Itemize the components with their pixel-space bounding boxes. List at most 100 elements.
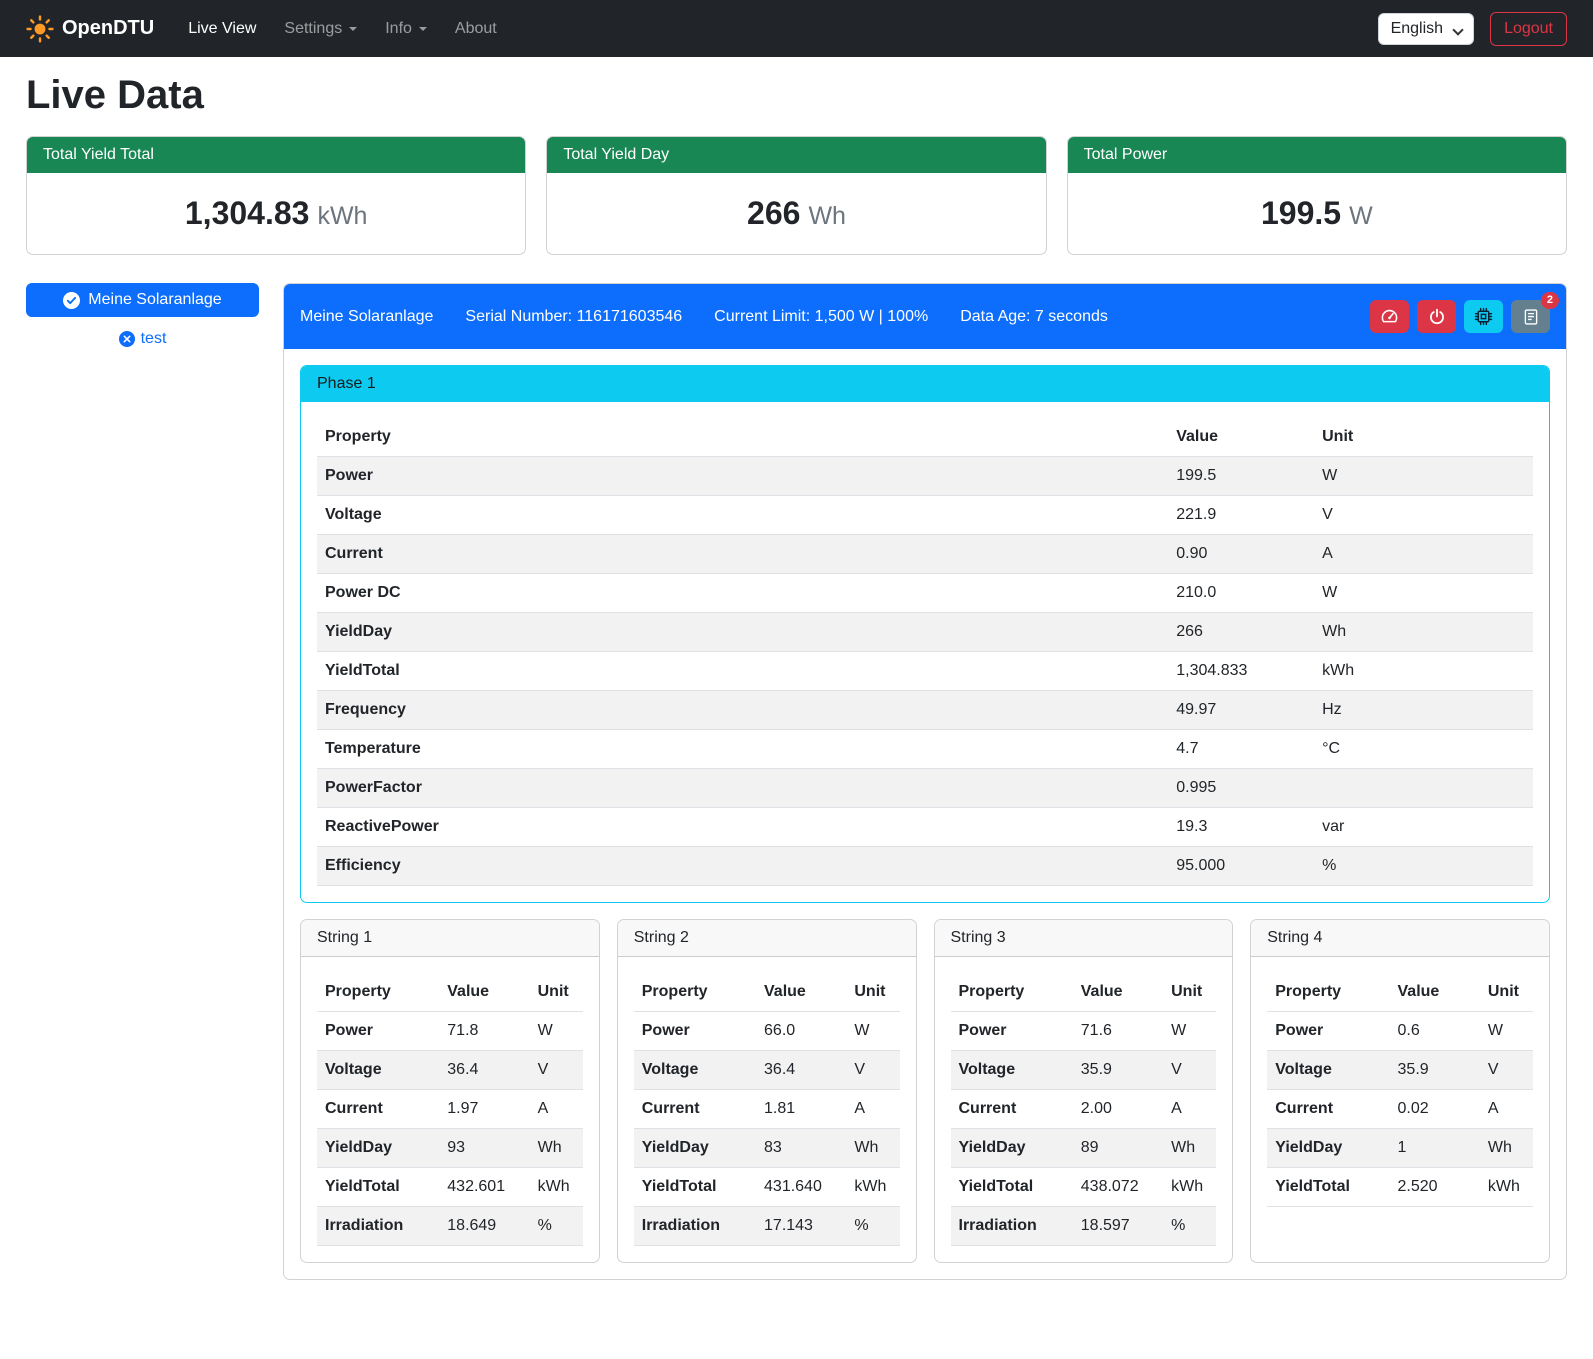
cell-property: Voltage: [317, 496, 1168, 535]
cell-property: Power: [317, 1012, 439, 1051]
cell-value: 36.4: [439, 1051, 529, 1090]
cell-value: 0.6: [1390, 1012, 1480, 1051]
table-header-row: Property Value Unit: [951, 973, 1217, 1012]
cell-unit: kWh: [530, 1168, 583, 1207]
phase-title: Phase 1: [301, 366, 1549, 402]
cell-value: 1.97: [439, 1090, 529, 1129]
event-log-button[interactable]: 2: [1511, 300, 1550, 333]
cell-value: 266: [1168, 613, 1314, 652]
cell-property: Voltage: [317, 1051, 439, 1090]
table-row: YieldTotal 1,304.833 kWh: [317, 652, 1533, 691]
cpu-icon: [1474, 307, 1493, 326]
card-title: Total Yield Total: [27, 137, 525, 173]
cell-unit: Hz: [1314, 691, 1533, 730]
col-value: Value: [439, 973, 529, 1012]
serial-number: Serial Number: 116171603546: [465, 308, 682, 326]
navbar: OpenDTU Live View Settings Info About En…: [0, 0, 1593, 57]
cell-unit: V: [530, 1051, 583, 1090]
string-table: Property Value Unit Power 71.6: [951, 973, 1217, 1246]
language-select[interactable]: English: [1378, 13, 1474, 45]
cell-value: 431.640: [756, 1168, 846, 1207]
inverter-name: Meine Solaranlage: [88, 291, 221, 309]
table-row: YieldDay 1 Wh: [1267, 1129, 1533, 1168]
sidebar-item-test[interactable]: test: [26, 330, 259, 348]
card-title: Total Yield Day: [547, 137, 1045, 173]
sidebar-item-meine-solaranlage[interactable]: Meine Solaranlage: [26, 283, 259, 317]
cell-unit: W: [846, 1012, 899, 1051]
cell-value: 71.8: [439, 1012, 529, 1051]
nav-links: Live View Settings Info About: [176, 12, 509, 46]
cell-property: YieldDay: [951, 1129, 1073, 1168]
cell-unit: %: [846, 1207, 899, 1246]
brand-label: OpenDTU: [62, 17, 154, 40]
chevron-down-icon: [349, 27, 357, 31]
cell-unit: Wh: [1480, 1129, 1533, 1168]
cell-value: 17.143: [756, 1207, 846, 1246]
cell-unit: V: [1163, 1051, 1216, 1090]
table-header-row: Property Value Unit: [634, 973, 900, 1012]
cell-unit: V: [846, 1051, 899, 1090]
cell-unit: W: [1314, 457, 1533, 496]
string-title: String 4: [1251, 920, 1549, 957]
cell-unit: W: [530, 1012, 583, 1051]
table-row: YieldDay 266 Wh: [317, 613, 1533, 652]
brand[interactable]: OpenDTU: [26, 15, 154, 43]
logout-button[interactable]: Logout: [1490, 12, 1567, 46]
cell-unit: A: [1314, 535, 1533, 574]
string-card-2: String 2 Property Value Unit: [617, 919, 917, 1263]
table-row: YieldDay 83 Wh: [634, 1129, 900, 1168]
col-unit: Unit: [530, 973, 583, 1012]
inverter-panel-header: Meine Solaranlage Serial Number: 1161716…: [284, 284, 1566, 349]
inverter-panel-body: Phase 1 Property Value Unit: [284, 349, 1566, 1279]
phase-card: Phase 1 Property Value Unit: [300, 365, 1550, 903]
cell-property: Voltage: [951, 1051, 1073, 1090]
col-unit: Unit: [846, 973, 899, 1012]
nav-item-info[interactable]: Info: [373, 12, 439, 46]
limit-settings-button[interactable]: [1370, 300, 1409, 333]
nav-item-about[interactable]: About: [443, 12, 509, 46]
cell-property: Power: [634, 1012, 756, 1051]
string-table: Property Value Unit Power 66.0: [634, 973, 900, 1246]
nav-right: English Logout: [1378, 12, 1567, 46]
cell-unit: A: [1480, 1090, 1533, 1129]
nav-item-settings[interactable]: Settings: [272, 12, 369, 46]
cell-unit: %: [530, 1207, 583, 1246]
card-value: 1,304.83: [185, 195, 310, 231]
cell-unit: kWh: [846, 1168, 899, 1207]
inverter-sidebar: Meine Solaranlage test: [26, 283, 259, 348]
table-row: Irradiation 18.597 %: [951, 1207, 1217, 1246]
table-row: Voltage 221.9 V: [317, 496, 1533, 535]
cell-value: 1: [1390, 1129, 1480, 1168]
cell-value: 438.072: [1073, 1168, 1163, 1207]
cell-unit: [1314, 769, 1533, 808]
table-row: PowerFactor 0.995: [317, 769, 1533, 808]
cell-unit: Wh: [846, 1129, 899, 1168]
cell-value: 93: [439, 1129, 529, 1168]
cell-property: Current: [634, 1090, 756, 1129]
col-property: Property: [634, 973, 756, 1012]
inverter-panel: Meine Solaranlage Serial Number: 1161716…: [283, 283, 1567, 1280]
cell-property: Current: [951, 1090, 1073, 1129]
cell-unit: V: [1480, 1051, 1533, 1090]
nav-item-live-view[interactable]: Live View: [176, 12, 268, 46]
cell-unit: °C: [1314, 730, 1533, 769]
cell-property: YieldTotal: [317, 1168, 439, 1207]
power-button[interactable]: [1417, 300, 1456, 333]
col-unit: Unit: [1480, 973, 1533, 1012]
cell-property: Temperature: [317, 730, 1168, 769]
cell-unit: kWh: [1480, 1168, 1533, 1207]
table-row: Current 2.00 A: [951, 1090, 1217, 1129]
cell-value: 2.520: [1390, 1168, 1480, 1207]
card-value: 266: [747, 195, 800, 231]
cell-value: 83: [756, 1129, 846, 1168]
table-row: ReactivePower 19.3 var: [317, 808, 1533, 847]
cell-value: 199.5: [1168, 457, 1314, 496]
device-info-button[interactable]: [1464, 300, 1503, 333]
card-total-yield-day: Total Yield Day 266Wh: [546, 136, 1046, 255]
string-table-body: Power 71.8 W Voltage 36.4 V: [317, 1012, 583, 1246]
cell-value: 432.601: [439, 1168, 529, 1207]
page-title: Live Data: [26, 73, 1567, 118]
journal-icon: [1522, 308, 1540, 326]
table-row: Power 66.0 W: [634, 1012, 900, 1051]
cell-value: 18.597: [1073, 1207, 1163, 1246]
